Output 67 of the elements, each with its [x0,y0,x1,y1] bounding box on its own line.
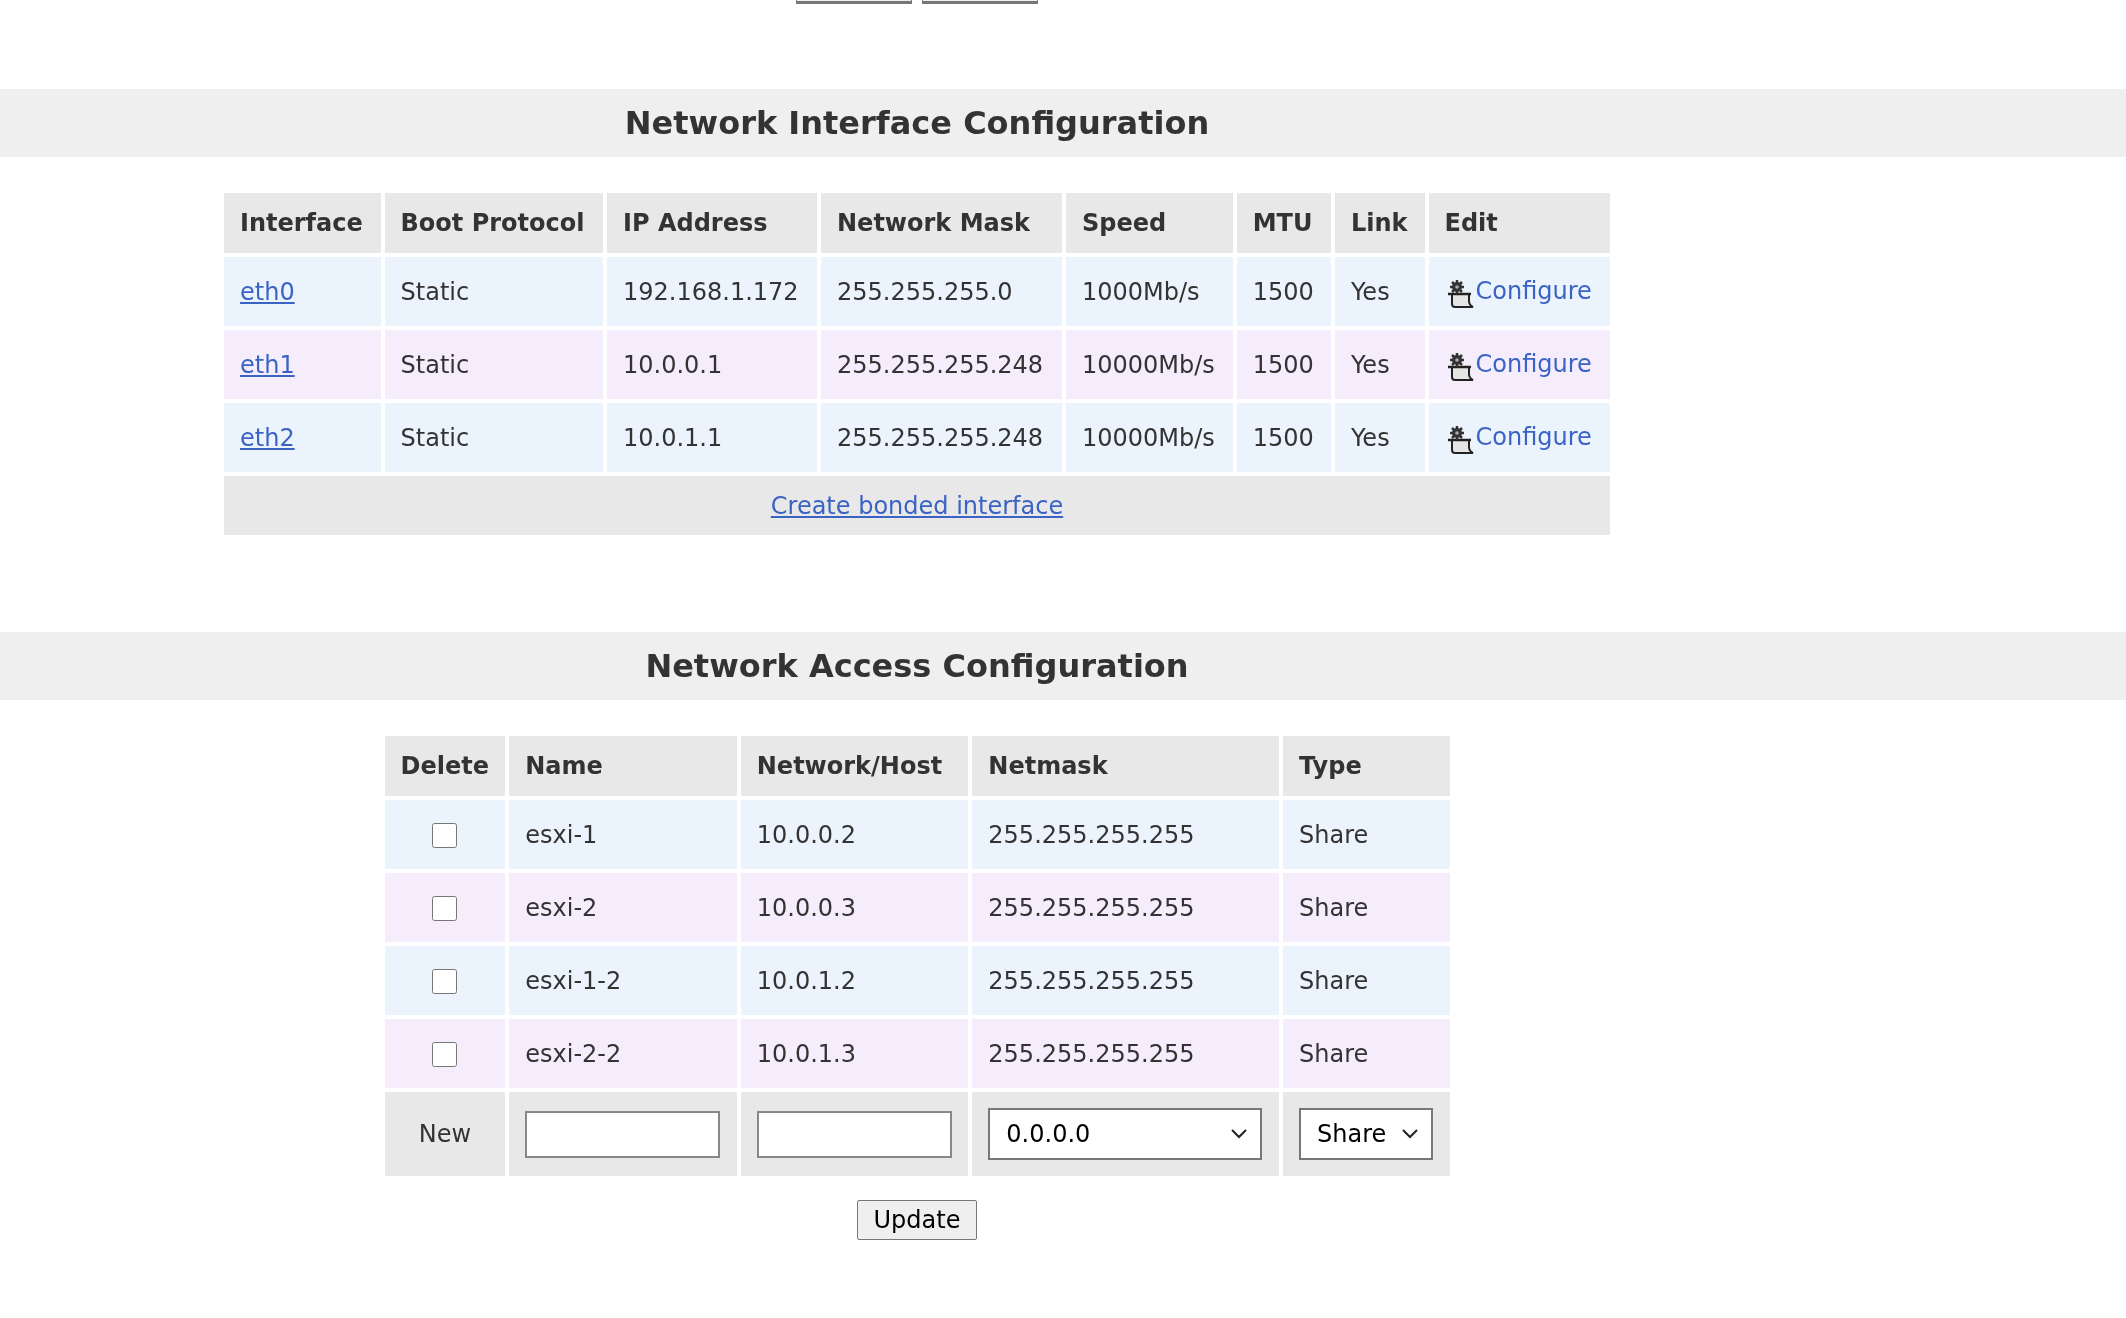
interface-link[interactable]: eth0 [240,277,295,306]
table-cell: 1500 [1236,330,1331,399]
delete-checkbox[interactable] [432,1042,458,1067]
column-header: Network Mask [821,193,1062,253]
table-cell: 255.255.255.255 [972,800,1280,869]
section-title: Network Access Configuration [645,646,1189,687]
table-cell: Share [1283,1019,1450,1088]
table-cell: 1000Mb/s [1065,257,1233,326]
delete-checkbox[interactable] [432,969,458,994]
table-cell: 1500 [1236,257,1331,326]
table-cell: 255.255.255.255 [972,873,1280,942]
column-header: Netmask [972,736,1280,796]
column-header: Link [1334,193,1425,253]
delete-checkbox[interactable] [432,896,458,921]
type-dropdown[interactable]: Share [1299,1108,1434,1160]
column-header: Speed [1065,193,1233,253]
table-cell: 10.0.1.2 [740,946,969,1015]
column-header: MTU [1236,193,1331,253]
table-cell: esxi-1 [509,800,737,869]
table-cell: esxi-2-2 [509,1019,737,1088]
table-cell: Share [1283,946,1450,1015]
input-field[interactable] [525,1110,721,1158]
table-cell: Static [384,330,603,399]
button-edge[interactable] [796,0,912,4]
button-edge[interactable] [922,0,1038,4]
column-header: Delete [384,736,506,796]
table-cell: New [384,1092,506,1176]
table-cell: 1500 [1236,403,1331,472]
caret-icon [1230,1128,1249,1140]
table-cell: 255.255.255.255 [972,1019,1280,1088]
column-header: Interface [224,193,381,253]
create-bonded-link[interactable]: Create bonded interface [770,491,1064,520]
table-cell: 10.0.0.2 [740,800,969,869]
netmask-dropdown[interactable]: 0.0.0.0 [988,1108,1263,1160]
table-cell: 10000Mb/s [1065,330,1233,399]
update-button[interactable]: Update [856,1200,978,1240]
table-cell: 10000Mb/s [1065,403,1233,472]
table-cell: 255.255.255.0 [821,257,1062,326]
delete-checkbox[interactable] [432,823,458,848]
column-header: Type [1283,736,1450,796]
table-cell: Share [1283,873,1450,942]
caret-icon [1401,1128,1420,1140]
table-cell: 255.255.255.248 [821,403,1062,472]
table-cell: esxi-2 [509,873,737,942]
table-cell: Yes [1334,403,1425,472]
column-header: Name [509,736,737,796]
table-cell: 10.0.0.1 [607,330,817,399]
table-cell: 10.0.1.1 [607,403,817,472]
table-cell: 10.0.1.3 [740,1019,969,1088]
section-title: Network Interface Configuration [624,103,1210,144]
column-header: Edit [1428,193,1610,253]
table-cell: esxi-1-2 [509,946,737,1015]
table-cell: 255.255.255.255 [972,946,1280,1015]
interface-link[interactable]: eth2 [240,423,295,452]
table-cell: Yes [1334,257,1425,326]
table-cell: 192.168.1.172 [607,257,817,326]
table-cell: Static [384,403,603,472]
input-field[interactable] [756,1110,952,1158]
table-cell: Yes [1334,330,1425,399]
table-cell: 10.0.0.3 [740,873,969,942]
table-cell: Share [1283,800,1450,869]
table-cell: 255.255.255.248 [821,330,1062,399]
column-header: IP Address [607,193,817,253]
table-cell: Static [384,257,603,326]
column-header: Network/Host [740,736,969,796]
column-header: Boot Protocol [384,193,603,253]
interface-link[interactable]: eth1 [240,350,295,379]
